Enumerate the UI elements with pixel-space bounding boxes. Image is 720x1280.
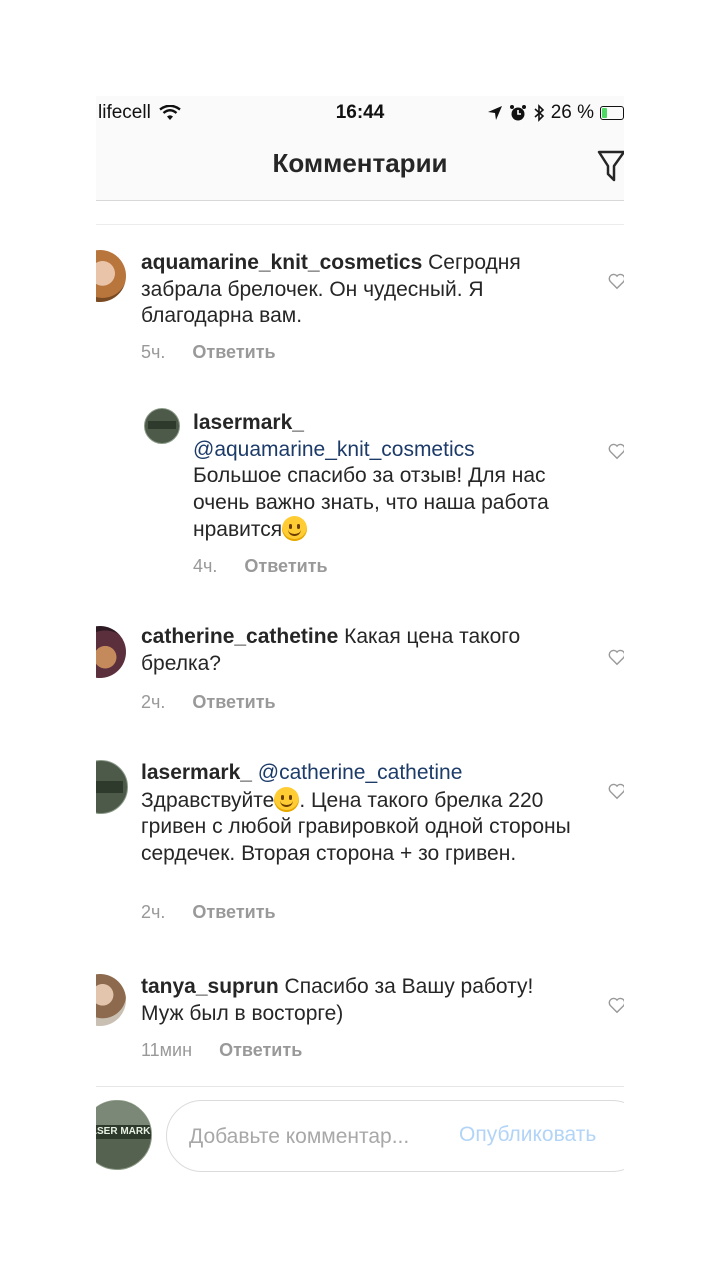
smiley-emoji-icon <box>282 516 308 541</box>
comment-meta: 2ч. Ответить <box>141 692 276 713</box>
reply-button[interactable]: Ответить <box>219 1040 302 1060</box>
status-bar: lifecell 16:44 26 % <box>96 96 624 130</box>
reply-button[interactable]: Ответить <box>192 692 275 712</box>
avatar[interactable] <box>96 626 126 678</box>
heart-icon[interactable] <box>608 648 624 666</box>
comment-text-before: Здравствуйте <box>141 788 275 812</box>
comment-meta: 4ч. Ответить <box>193 556 328 577</box>
comment-mention[interactable]: @catherine_cathetine <box>258 761 463 784</box>
avatar-logo-text: LASER MARK <box>96 1125 151 1139</box>
comment-username[interactable]: aquamarine_knit_cosmetics <box>141 251 422 274</box>
comment-body: tanya_suprun Спасибо за Вашу работу! Муж… <box>141 974 581 1027</box>
comment-composer: Опубликовать <box>166 1100 624 1173</box>
comment-mention[interactable]: @aquamarine_knit_cosmetics <box>193 438 475 461</box>
heart-icon[interactable] <box>608 782 624 800</box>
avatar[interactable] <box>96 974 126 1026</box>
comment-body: lasermark_ @catherine_cathetine Здравств… <box>141 760 581 867</box>
comment-time: 2ч. <box>141 902 166 922</box>
avatar[interactable] <box>96 250 126 302</box>
location-arrow-icon <box>487 106 502 120</box>
avatar-logo-band <box>148 421 176 429</box>
heart-icon[interactable] <box>608 272 624 290</box>
comment-body: aquamarine_knit_cosmetics Сегродня забра… <box>141 250 581 330</box>
reply-button[interactable]: Ответить <box>192 902 275 922</box>
publish-button[interactable]: Опубликовать <box>459 1123 596 1147</box>
comment-time: 4ч. <box>193 556 218 576</box>
status-right: 26 % <box>487 102 624 124</box>
composer-avatar: LASER MARK <box>96 1100 152 1170</box>
heart-icon[interactable] <box>608 996 624 1014</box>
reply-button[interactable]: Ответить <box>192 342 275 362</box>
comment-username[interactable]: lasermark_ <box>193 411 304 434</box>
avatar-logo-band <box>96 781 123 793</box>
heart-icon[interactable] <box>608 442 624 460</box>
filter-icon[interactable] <box>594 146 624 184</box>
smiley-emoji-icon <box>274 786 300 812</box>
comment-username[interactable]: catherine_cathetine <box>141 625 338 648</box>
battery-percent: 26 % <box>550 102 594 123</box>
comment-body: catherine_cathetine Какая цена такого бр… <box>141 624 581 677</box>
comment-input[interactable] <box>187 1101 451 1173</box>
comment-text: Большое спасибо за отзыв! Для нас очень … <box>193 464 549 541</box>
battery-level <box>602 108 607 118</box>
comment-username[interactable]: lasermark_ <box>141 761 252 784</box>
comment-body: lasermark_ @aquamarine_knit_cosmetics Бо… <box>193 410 583 544</box>
comment-time: 5ч. <box>141 342 166 362</box>
comment-time: 2ч. <box>141 692 166 712</box>
page-title: Комментарии <box>272 148 448 178</box>
comments-screen: lifecell 16:44 26 % Комментарии aquamari… <box>96 96 624 1186</box>
avatar[interactable] <box>96 760 128 814</box>
comment-meta: 2ч. Ответить <box>141 902 276 923</box>
divider <box>96 224 624 225</box>
comment-meta: 5ч. Ответить <box>141 342 276 363</box>
divider <box>96 1086 624 1087</box>
comment-username[interactable]: tanya_suprun <box>141 975 279 998</box>
battery-icon <box>600 106 624 120</box>
bluetooth-icon <box>534 104 544 122</box>
comment-time: 11мин <box>141 1040 193 1060</box>
comment-meta: 11мин Ответить <box>141 1040 302 1061</box>
reply-button[interactable]: Ответить <box>244 556 327 576</box>
nav-header: Комментарии <box>96 130 624 201</box>
avatar[interactable] <box>144 408 180 444</box>
alarm-icon <box>509 105 526 121</box>
